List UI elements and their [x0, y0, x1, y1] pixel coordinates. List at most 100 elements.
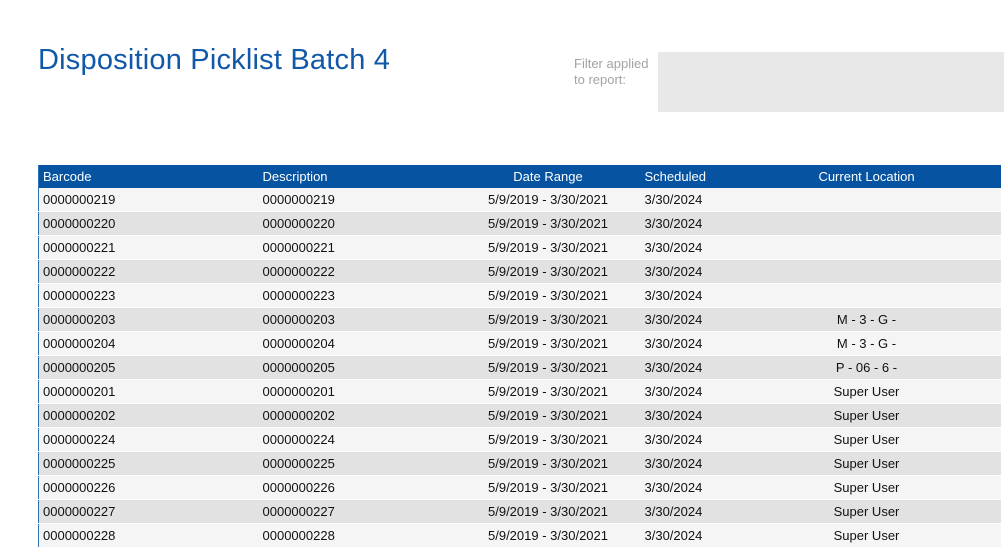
cell-scheduled: 3/30/2024 [641, 332, 756, 356]
cell-date-range: 5/9/2019 - 3/30/2021 [456, 380, 641, 404]
table-row: 000000022800000002285/9/2019 - 3/30/2021… [39, 524, 1001, 548]
cell-barcode: 0000000205 [39, 356, 260, 380]
table-row: 000000020200000002025/9/2019 - 3/30/2021… [39, 404, 1001, 428]
cell-barcode: 0000000202 [39, 404, 260, 428]
cell-current-location: Super User [756, 404, 978, 428]
cell-date-range: 5/9/2019 - 3/30/2021 [456, 284, 641, 308]
cell-scheduled: 3/30/2024 [641, 236, 756, 260]
table-row: 000000022700000002275/9/2019 - 3/30/2021… [39, 500, 1001, 524]
cell-filler [978, 260, 1001, 284]
cell-barcode: 0000000228 [39, 524, 260, 548]
cell-barcode: 0000000221 [39, 236, 260, 260]
cell-description: 0000000228 [260, 524, 456, 548]
cell-scheduled: 3/30/2024 [641, 356, 756, 380]
cell-date-range: 5/9/2019 - 3/30/2021 [456, 356, 641, 380]
cell-date-range: 5/9/2019 - 3/30/2021 [456, 308, 641, 332]
filter-applied-label: Filter applied to report: [574, 56, 654, 88]
cell-description: 0000000201 [260, 380, 456, 404]
cell-date-range: 5/9/2019 - 3/30/2021 [456, 452, 641, 476]
page-title: Disposition Picklist Batch 4 [38, 44, 390, 77]
cell-current-location [756, 236, 978, 260]
cell-description: 0000000224 [260, 428, 456, 452]
cell-description: 0000000220 [260, 212, 456, 236]
cell-scheduled: 3/30/2024 [641, 476, 756, 500]
cell-date-range: 5/9/2019 - 3/30/2021 [456, 404, 641, 428]
cell-current-location [756, 188, 978, 212]
table-row: 000000020100000002015/9/2019 - 3/30/2021… [39, 380, 1001, 404]
cell-filler [978, 308, 1001, 332]
cell-current-location [756, 212, 978, 236]
column-header-filler [978, 165, 1001, 188]
cell-filler [978, 212, 1001, 236]
cell-current-location: M - 3 - G - [756, 308, 978, 332]
cell-description: 0000000204 [260, 332, 456, 356]
cell-filler [978, 380, 1001, 404]
cell-scheduled: 3/30/2024 [641, 380, 756, 404]
table-row: 000000020300000002035/9/2019 - 3/30/2021… [39, 308, 1001, 332]
cell-scheduled: 3/30/2024 [641, 284, 756, 308]
column-header-scheduled: Scheduled [641, 165, 756, 188]
cell-current-location: M - 3 - G - [756, 332, 978, 356]
cell-current-location: Super User [756, 476, 978, 500]
table-header: Barcode Description Date Range Scheduled… [39, 165, 1001, 188]
cell-date-range: 5/9/2019 - 3/30/2021 [456, 212, 641, 236]
cell-current-location: Super User [756, 380, 978, 404]
cell-barcode: 0000000204 [39, 332, 260, 356]
table-row: 000000022300000002235/9/2019 - 3/30/2021… [39, 284, 1001, 308]
cell-description: 0000000203 [260, 308, 456, 332]
cell-scheduled: 3/30/2024 [641, 188, 756, 212]
cell-scheduled: 3/30/2024 [641, 500, 756, 524]
cell-filler [978, 524, 1001, 548]
cell-description: 0000000205 [260, 356, 456, 380]
cell-barcode: 0000000226 [39, 476, 260, 500]
table-row: 000000022200000002225/9/2019 - 3/30/2021… [39, 260, 1001, 284]
cell-filler [978, 236, 1001, 260]
cell-barcode: 0000000201 [39, 380, 260, 404]
table-body: 000000021900000002195/9/2019 - 3/30/2021… [39, 188, 1001, 548]
cell-date-range: 5/9/2019 - 3/30/2021 [456, 524, 641, 548]
cell-current-location: Super User [756, 524, 978, 548]
cell-date-range: 5/9/2019 - 3/30/2021 [456, 500, 641, 524]
column-header-date-range: Date Range [456, 165, 641, 188]
cell-current-location [756, 260, 978, 284]
cell-description: 0000000226 [260, 476, 456, 500]
filter-label-line2: to report: [574, 72, 626, 87]
cell-barcode: 0000000222 [39, 260, 260, 284]
cell-date-range: 5/9/2019 - 3/30/2021 [456, 428, 641, 452]
cell-description: 0000000225 [260, 452, 456, 476]
cell-current-location: Super User [756, 428, 978, 452]
column-header-current-location: Current Location [756, 165, 978, 188]
cell-date-range: 5/9/2019 - 3/30/2021 [456, 476, 641, 500]
cell-filler [978, 284, 1001, 308]
cell-barcode: 0000000224 [39, 428, 260, 452]
cell-filler [978, 476, 1001, 500]
filter-value-box [658, 52, 1004, 112]
table-row: 000000020400000002045/9/2019 - 3/30/2021… [39, 332, 1001, 356]
table-row: 000000022400000002245/9/2019 - 3/30/2021… [39, 428, 1001, 452]
cell-filler [978, 356, 1001, 380]
cell-description: 0000000222 [260, 260, 456, 284]
table-row: 000000020500000002055/9/2019 - 3/30/2021… [39, 356, 1001, 380]
cell-barcode: 0000000219 [39, 188, 260, 212]
cell-filler [978, 332, 1001, 356]
cell-description: 0000000202 [260, 404, 456, 428]
cell-scheduled: 3/30/2024 [641, 404, 756, 428]
disposition-picklist-table: Barcode Description Date Range Scheduled… [38, 165, 1001, 548]
cell-scheduled: 3/30/2024 [641, 428, 756, 452]
cell-barcode: 0000000223 [39, 284, 260, 308]
cell-current-location [756, 284, 978, 308]
cell-current-location: Super User [756, 500, 978, 524]
cell-date-range: 5/9/2019 - 3/30/2021 [456, 188, 641, 212]
column-header-barcode: Barcode [39, 165, 260, 188]
cell-date-range: 5/9/2019 - 3/30/2021 [456, 260, 641, 284]
table-row: 000000022500000002255/9/2019 - 3/30/2021… [39, 452, 1001, 476]
cell-barcode: 0000000220 [39, 212, 260, 236]
cell-current-location: Super User [756, 452, 978, 476]
cell-filler [978, 500, 1001, 524]
cell-current-location: P - 06 - 6 - [756, 356, 978, 380]
cell-scheduled: 3/30/2024 [641, 524, 756, 548]
table-row: 000000021900000002195/9/2019 - 3/30/2021… [39, 188, 1001, 212]
cell-scheduled: 3/30/2024 [641, 212, 756, 236]
cell-filler [978, 428, 1001, 452]
cell-filler [978, 452, 1001, 476]
